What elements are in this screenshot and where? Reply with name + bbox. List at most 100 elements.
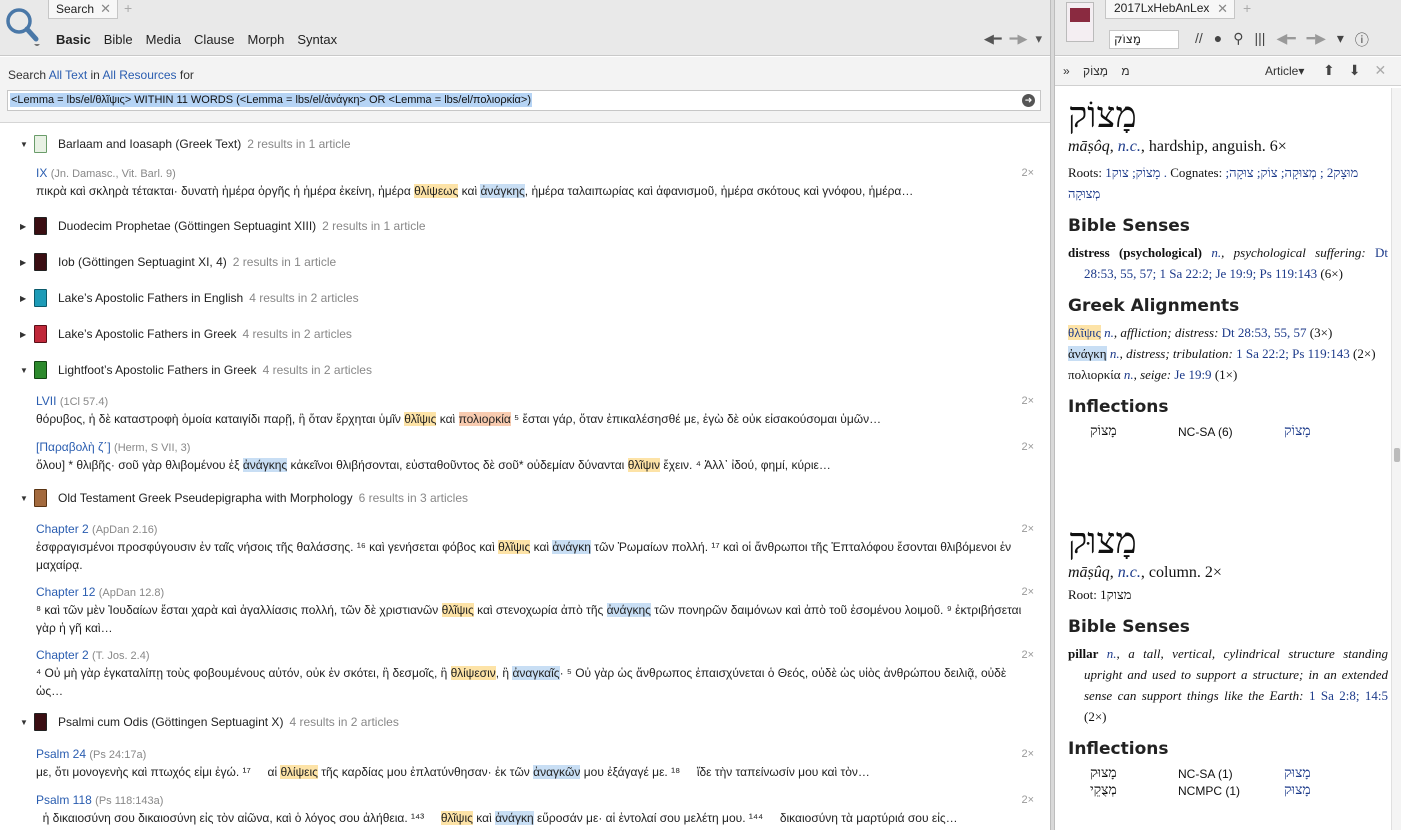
info-icon[interactable]: ⓘ bbox=[1355, 30, 1369, 50]
scope-text-dropdown[interactable]: All Text bbox=[49, 68, 87, 82]
inflection-lemma[interactable]: מָצוּק bbox=[1284, 765, 1311, 782]
result-hit[interactable]: Psalm 118 (Ps 118:143a) 2× ἡ δικαιοσύνη … bbox=[36, 793, 1036, 827]
add-tab-icon[interactable]: + bbox=[1243, 0, 1251, 16]
previous-article-icon[interactable]: ⬆ bbox=[1323, 62, 1335, 79]
hit-ref[interactable]: Chapter 2 bbox=[36, 648, 89, 662]
resource-header[interactable]: ▼ Lightfoot’s Apostolic Fathers in Greek… bbox=[0, 360, 1040, 380]
resource-header[interactable]: ▶ Iob (Göttingen Septuagint XI, 4) 2 resu… bbox=[0, 252, 1040, 272]
hit-reference[interactable]: LVII (1Cl 57.4) bbox=[36, 394, 1036, 408]
hit-ref[interactable]: LVII bbox=[36, 394, 56, 408]
add-tab-icon[interactable]: + bbox=[124, 0, 132, 16]
columns-icon[interactable]: ||| bbox=[1255, 30, 1266, 50]
search-icon[interactable]: ⚲ bbox=[1233, 30, 1243, 50]
hit-text-part: καὶ στενοχωρία ἀπὸ τῆς bbox=[473, 603, 607, 617]
roots-links[interactable]: מָצוֹק; צוק1 . bbox=[1105, 165, 1167, 180]
close-icon[interactable]: ✕ bbox=[100, 1, 111, 17]
greek-pos[interactable]: n. bbox=[1107, 346, 1120, 361]
lexicon-cover-icon[interactable] bbox=[1066, 2, 1094, 42]
hit-reference[interactable]: Psalm 118 (Ps 118:143a) bbox=[36, 793, 1036, 807]
entry-pos[interactable]: n.c. bbox=[1118, 564, 1141, 581]
nav-media[interactable]: Media bbox=[146, 32, 181, 47]
entry-pos[interactable]: n.c. bbox=[1118, 138, 1141, 155]
hit-reference[interactable]: Chapter 12 (ApDan 12.8) bbox=[36, 585, 1036, 599]
parallel-icon[interactable]: // bbox=[1195, 30, 1203, 50]
sense-references[interactable]: 1 Sa 2:8; 14:5 bbox=[1309, 688, 1388, 703]
nav-basic[interactable]: Basic bbox=[56, 32, 91, 47]
nav-syntax[interactable]: Syntax bbox=[297, 32, 337, 47]
hit-ref[interactable]: Chapter 2 bbox=[36, 522, 89, 536]
sense-pos[interactable]: n. bbox=[1211, 245, 1221, 260]
nav-bible[interactable]: Bible bbox=[104, 32, 133, 47]
result-hit[interactable]: Psalm 24 (Ps 24:17a) 2× με, ὅτι μονογενὴ… bbox=[36, 747, 1036, 781]
next-article-icon[interactable]: ⬇ bbox=[1349, 62, 1361, 79]
expand-triangle-icon[interactable]: ▶ bbox=[20, 222, 26, 231]
back-arrow-icon[interactable]: ◀━ bbox=[984, 31, 1002, 47]
panel-menu-icon[interactable]: ▾ bbox=[1337, 30, 1344, 50]
result-hit[interactable]: Chapter 2 (T. Jos. 2.4) 2× ⁴ Οὐ μὴ γὰρ ἐ… bbox=[36, 648, 1036, 700]
expand-triangle-icon[interactable]: ▶ bbox=[20, 330, 26, 339]
hit-ref[interactable]: [Παραβολὴ ζ΄] bbox=[36, 440, 111, 454]
greek-word[interactable]: θλῖψις bbox=[1068, 325, 1101, 340]
forward-arrow-icon[interactable]: ━▶ bbox=[1010, 31, 1028, 47]
close-icon[interactable]: ✕ bbox=[1374, 62, 1386, 79]
nav-clause[interactable]: Clause bbox=[194, 32, 234, 47]
tab-lexicon[interactable]: 2017LxHebAnLex ✕ bbox=[1105, 0, 1235, 19]
hit-ref[interactable]: IX bbox=[36, 166, 47, 180]
greek-word[interactable]: πολιορκία bbox=[1068, 367, 1121, 382]
go-arrow-icon[interactable]: ➜ bbox=[1022, 94, 1035, 107]
hit-ref[interactable]: Chapter 12 bbox=[36, 585, 95, 599]
article-dropdown[interactable]: Article▾ bbox=[1265, 64, 1304, 78]
expand-triangle-icon[interactable]: ▼ bbox=[20, 494, 28, 503]
resource-header[interactable]: ▶ Duodecim Prophetae (Göttingen Septuagi… bbox=[0, 216, 1040, 236]
lexicon-reference-input[interactable]: מָצוֹק bbox=[1109, 30, 1179, 49]
search-icon[interactable] bbox=[4, 6, 40, 47]
breadcrumb-entry[interactable]: מָצוֹק bbox=[1083, 64, 1108, 78]
expand-triangle-icon[interactable]: ▼ bbox=[20, 366, 28, 375]
greek-pos[interactable]: n. bbox=[1121, 367, 1134, 382]
hit-reference[interactable]: Chapter 2 (ApDan 2.16) bbox=[36, 522, 1036, 536]
resource-header[interactable]: ▶ Lake’s Apostolic Fathers in Greek 4 res… bbox=[0, 324, 1040, 344]
panel-menu-icon[interactable]: ▾ bbox=[1035, 31, 1042, 47]
expand-triangle-icon[interactable]: ▶ bbox=[20, 258, 26, 267]
expand-triangle-icon[interactable]: ▼ bbox=[20, 718, 28, 727]
result-hit[interactable]: Chapter 2 (ApDan 2.16) 2× ἐσφραγισμένοι … bbox=[36, 522, 1036, 574]
resource-header[interactable]: ▼ Psalmi cum Odis (Göttingen Septuagint … bbox=[0, 712, 1040, 732]
scrollbar-thumb[interactable] bbox=[1394, 448, 1400, 462]
resource-header[interactable]: ▼ Barlaam and Ioasaph (Greek Text) 2 resu… bbox=[0, 134, 1040, 154]
result-hit[interactable]: [Παραβολὴ ζ΄] (Herm, S VII, 3) 2× ὅλου] … bbox=[36, 440, 1036, 474]
hit-ref[interactable]: Psalm 118 bbox=[36, 793, 92, 807]
tab-search[interactable]: Search ✕ bbox=[48, 0, 118, 19]
back-arrow-icon[interactable]: ◀━ bbox=[1276, 30, 1295, 50]
result-hit[interactable]: IX (Jn. Damasc., Vit. Barl. 9) 2× πικρὰ … bbox=[36, 166, 1036, 200]
forward-arrow-icon[interactable]: ━▶ bbox=[1307, 30, 1326, 50]
close-icon[interactable]: ✕ bbox=[1217, 0, 1228, 17]
visual-filter-icon[interactable]: ● bbox=[1214, 30, 1222, 50]
resource-header[interactable]: ▶ Lake’s Apostolic Fathers in English 4 r… bbox=[0, 288, 1040, 308]
inflection-lemma[interactable]: מָצוּק bbox=[1284, 782, 1311, 799]
greek-references[interactable]: Je 19:9 bbox=[1174, 367, 1211, 382]
query-text[interactable]: <Lemma = lbs/el/θλῖψις> WITHIN 11 WORDS … bbox=[10, 93, 532, 107]
result-hit[interactable]: LVII (1Cl 57.4) 2× θόρυβος, ἡ δὲ καταστρ… bbox=[36, 394, 1036, 428]
greek-pos[interactable]: n. bbox=[1101, 325, 1114, 340]
breadcrumb-root[interactable]: » bbox=[1063, 64, 1070, 78]
hit-reference[interactable]: Psalm 24 (Ps 24:17a) bbox=[36, 747, 1036, 761]
sense-pos[interactable]: n. bbox=[1107, 646, 1117, 661]
greek-word[interactable]: ἀνάγκη bbox=[1068, 346, 1107, 361]
resource-header[interactable]: ▼ Old Testament Greek Pseudepigrapha wit… bbox=[0, 488, 1040, 508]
hit-reference[interactable]: [Παραβολὴ ζ΄] (Herm, S VII, 3) bbox=[36, 440, 1036, 454]
greek-references[interactable]: Dt 28:53, 55, 57 bbox=[1222, 325, 1307, 340]
greek-references[interactable]: 1 Sa 22:2; Ps 119:143 bbox=[1236, 346, 1350, 361]
roots-links[interactable]: מצוק1 bbox=[1100, 587, 1131, 602]
inflection-lemma[interactable]: מָצוֹק bbox=[1284, 423, 1311, 440]
result-hit[interactable]: Chapter 12 (ApDan 12.8) 2× ⁸ καὶ τῶν μὲν… bbox=[36, 585, 1036, 637]
scope-resources-dropdown[interactable]: All Resources bbox=[103, 68, 177, 82]
expand-triangle-icon[interactable]: ▼ bbox=[20, 140, 28, 149]
query-input[interactable]: <Lemma = lbs/el/θλῖψις> WITHIN 11 WORDS … bbox=[7, 90, 1041, 111]
breadcrumb-letter[interactable]: מ bbox=[1121, 64, 1129, 78]
hit-reference[interactable]: IX (Jn. Damasc., Vit. Barl. 9) bbox=[36, 166, 1036, 180]
article-scrollbar[interactable] bbox=[1391, 88, 1401, 830]
expand-triangle-icon[interactable]: ▶ bbox=[20, 294, 26, 303]
hit-reference[interactable]: Chapter 2 (T. Jos. 2.4) bbox=[36, 648, 1036, 662]
hit-ref[interactable]: Psalm 24 bbox=[36, 747, 86, 761]
nav-morph[interactable]: Morph bbox=[248, 32, 285, 47]
